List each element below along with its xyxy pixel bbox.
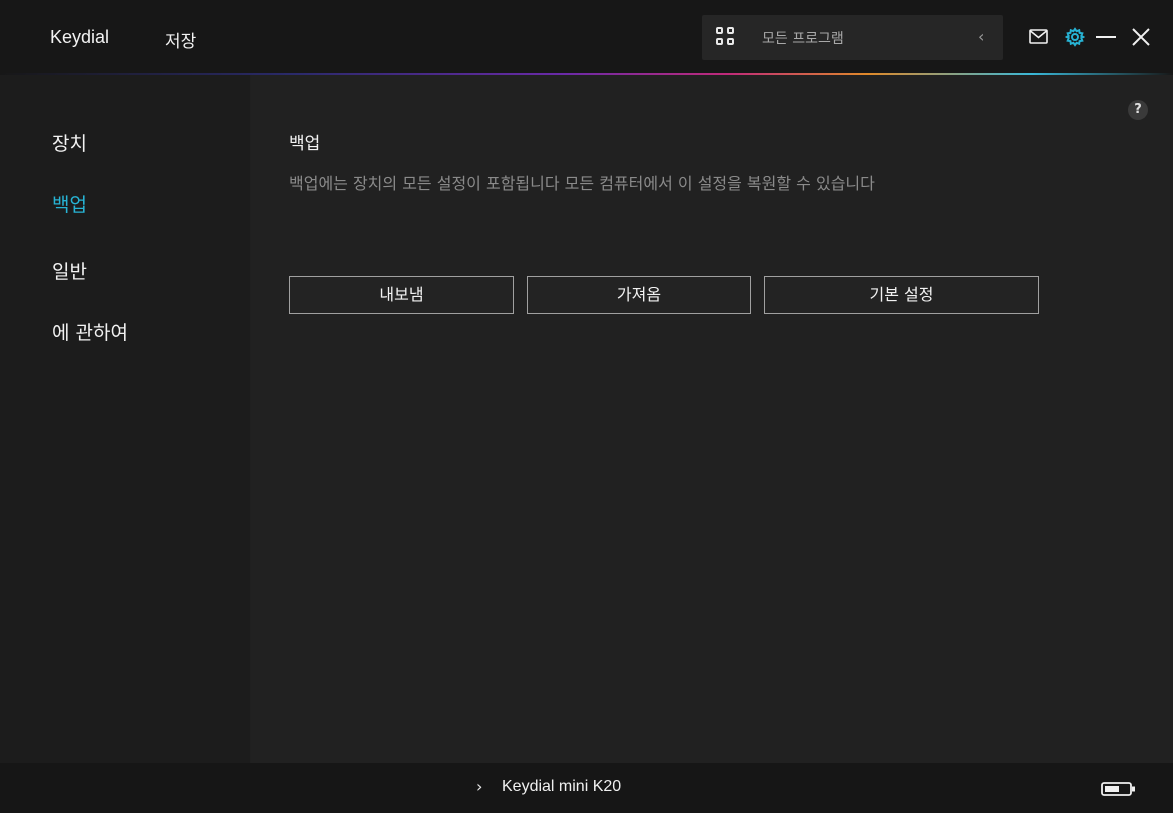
program-selector-label: 모든 프로그램 [762, 31, 844, 47]
chevron-right-icon[interactable]: › [476, 777, 482, 796]
page-title: 백업 [289, 134, 321, 154]
footer: › Keydial mini K20 [0, 763, 1173, 813]
mail-icon[interactable] [1029, 29, 1048, 44]
sidebar-item-general[interactable]: 일반 [52, 257, 87, 284]
help-icon[interactable]: ? [1128, 100, 1148, 120]
main-panel: ? 백업 백업에는 장치의 모든 설정이 포함됩니다 모든 컴퓨터에서 이 설정… [251, 75, 1173, 763]
minimize-icon[interactable] [1096, 36, 1116, 38]
import-button[interactable]: 가져옴 [527, 276, 751, 314]
program-selector[interactable]: 모든 프로그램 ‹ [702, 15, 1003, 60]
save-tab[interactable]: 저장 [165, 27, 196, 52]
grid-icon [716, 27, 734, 45]
sidebar-item-about[interactable]: 에 관하여 [52, 318, 128, 345]
page-description: 백업에는 장치의 모든 설정이 포함됩니다 모든 컴퓨터에서 이 설정을 복원할… [289, 174, 875, 193]
battery-icon [1101, 782, 1135, 796]
app-title: Keydial [50, 27, 110, 47]
device-name[interactable]: Keydial mini K20 [502, 778, 621, 796]
default-settings-button[interactable]: 기본 설정 [764, 276, 1039, 314]
sidebar-item-backup[interactable]: 백업 [52, 190, 87, 217]
sidebar: 장치 백업 일반 에 관하여 [0, 75, 250, 763]
gear-icon[interactable] [1065, 27, 1085, 47]
sidebar-item-device[interactable]: 장치 [52, 129, 87, 156]
chevron-left-icon[interactable]: ‹ [978, 27, 984, 46]
top-bar: Keydial 저장 모든 프로그램 ‹ [0, 0, 1173, 73]
close-icon[interactable] [1131, 27, 1151, 47]
export-button[interactable]: 내보냄 [289, 276, 514, 314]
